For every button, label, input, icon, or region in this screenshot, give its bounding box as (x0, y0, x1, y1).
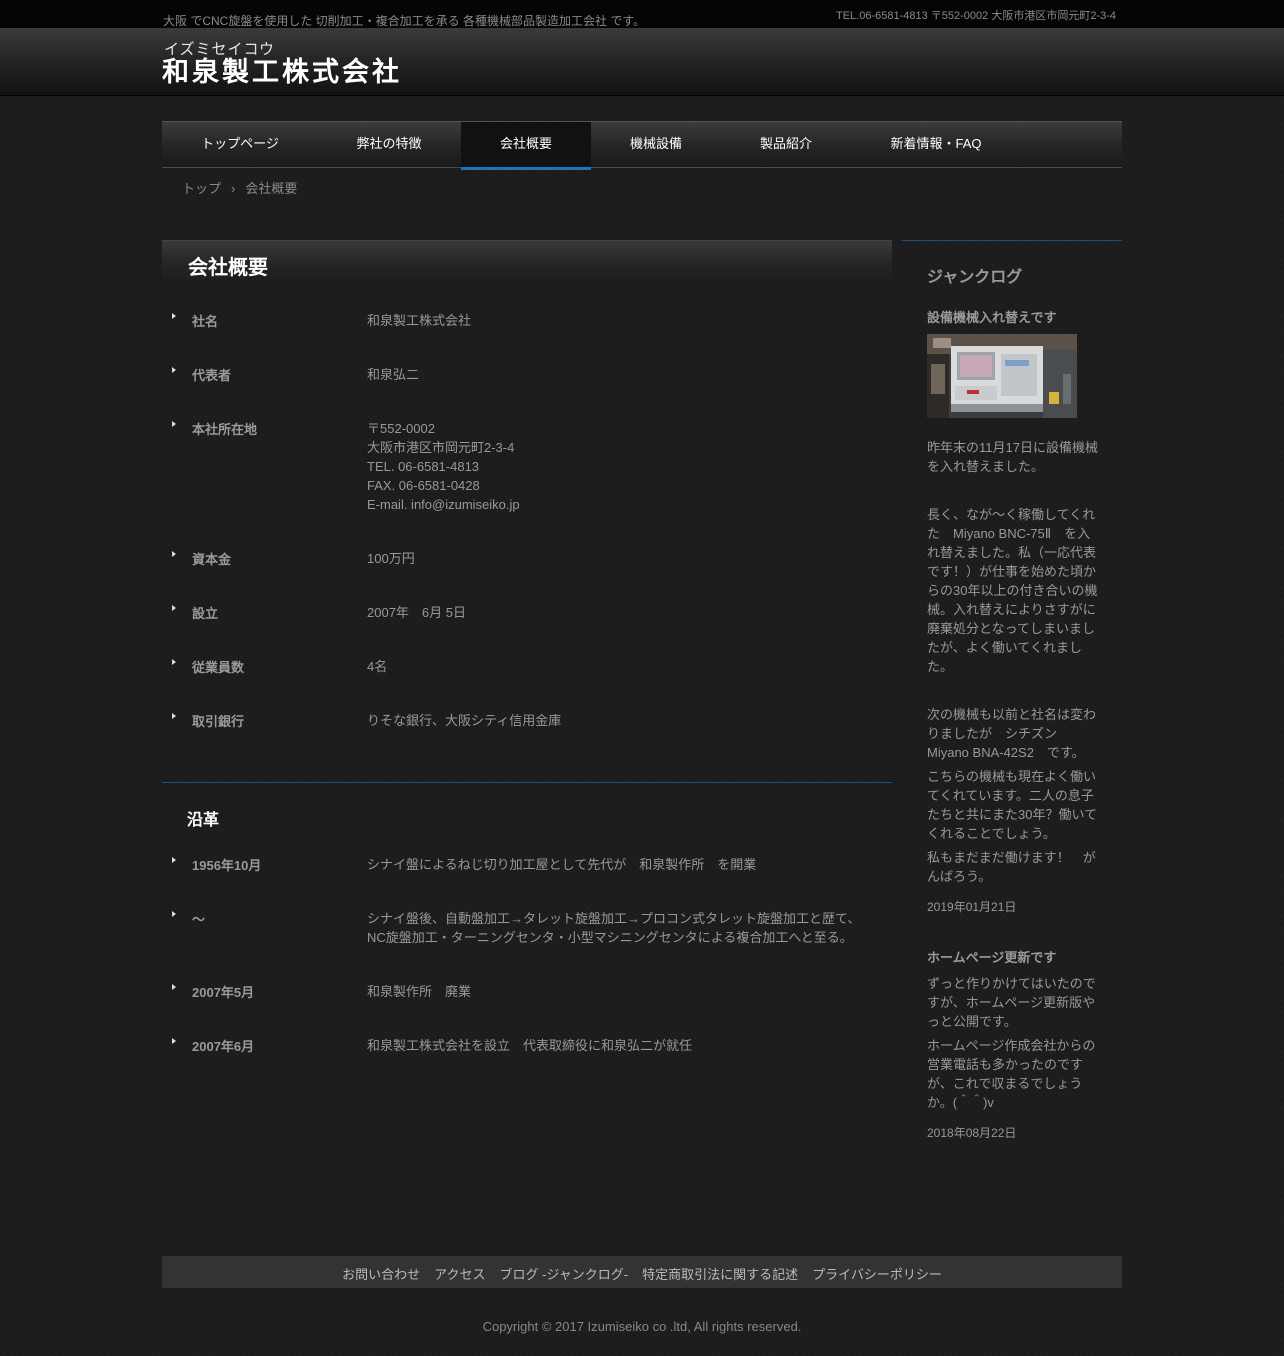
header-contact: TEL.06-6581-4813 〒552-0002 大阪市港区市岡元町2-3-… (835, 10, 1116, 22)
sidebar-heading: ジャンクログ (927, 269, 1023, 286)
history-date: 2007年5月 (192, 985, 255, 1000)
nav-equipment[interactable]: 機械設備 (591, 122, 721, 167)
bullet-arrow-icon (172, 713, 176, 719)
post-body: 長く、なが～く稼働してくれた Miyano BNC-75Ⅱ を入れ替えました。私… (927, 507, 1098, 674)
profile-address: 〒552-0002 大阪市港区市岡元町2-3-4 TEL. 06-6581-48… (367, 421, 520, 514)
bullet-arrow-icon (172, 1038, 176, 1044)
post-body: こちらの機械も現在よく働いてくれています。二人の息子たちと共にまた30年？働いて… (927, 769, 1098, 841)
footer-link-commerce-law[interactable]: 特定商取引法に関する記述 (642, 1267, 798, 1282)
bullet-arrow-icon (172, 605, 176, 611)
profile-value: 4名 (367, 659, 388, 674)
post-date: 2019年01月21日 (927, 900, 1017, 914)
history-title: 沿革 (187, 812, 220, 829)
bullet-arrow-icon (172, 313, 176, 319)
machine-photo (927, 334, 1077, 418)
nav-features[interactable]: 弊社の特徴 (318, 122, 460, 167)
page-title-bar: 会社概要 (162, 240, 892, 285)
history-date: ～ (192, 912, 206, 927)
nav-products[interactable]: 製品紹介 (721, 122, 851, 167)
post-body: 私もまだまだ働けます！ がんばろう。 (927, 850, 1096, 884)
bullet-arrow-icon (172, 367, 176, 373)
post-date: 2018年08月22日 (927, 1126, 1017, 1140)
profile-value: りそな銀行、大阪シティ信用金庫 (367, 713, 562, 728)
bullet-arrow-icon (172, 551, 176, 557)
history-date: 2007年6月 (192, 1039, 255, 1054)
bullet-arrow-icon (172, 911, 176, 917)
profile-label: 社名 (192, 314, 219, 329)
bullet-arrow-icon (172, 857, 176, 863)
profile-label: 本社所在地 (192, 422, 258, 437)
sidebar-divider (902, 240, 1122, 241)
history-text: シナイ盤によるねじ切り加工屋として先代が 和泉製作所 を開業 (367, 857, 757, 872)
profile-label: 設立 (192, 606, 219, 621)
post-title-link[interactable]: 設備機械入れ替えです (927, 307, 1057, 326)
nav-top[interactable]: トップページ (162, 122, 318, 167)
email-link[interactable]: E-mail. info@izumiseiko.jp (367, 495, 520, 514)
post-body: ずっと作りかけてはいたのですが、ホームページ更新版やっと公開です。 (927, 976, 1096, 1029)
profile-value: 和泉製工株式会社 (367, 313, 472, 328)
breadcrumb-current: 会社概要 (245, 181, 298, 196)
bullet-arrow-icon (172, 659, 176, 665)
footer-link-privacy[interactable]: プライバシーポリシー (812, 1267, 942, 1282)
breadcrumb: トップ › 会社概要 (182, 178, 297, 197)
main-nav: トップページ 弊社の特徴 会社概要 機械設備 製品紹介 新着情報・FAQ (162, 121, 1122, 170)
profile-value: 和泉弘二 (367, 367, 420, 382)
footer-nav: お問い合わせ アクセス ブログ -ジャンクログ- 特定商取引法に関する記述 プライバシー… (162, 1256, 1122, 1288)
profile-value: 2007年 6月 5日 (367, 605, 466, 620)
history-text: 和泉製工株式会社を設立 代表取締役に和泉弘二が就任 (367, 1038, 693, 1053)
nav-news-faq[interactable]: 新着情報・FAQ (851, 122, 1021, 167)
history-text: シナイ盤後、自動盤加工→タレット旋盤加工→プロコン式タレット旋盤加工と歴て、 N… (367, 911, 861, 945)
footer-link-access[interactable]: アクセス (434, 1267, 485, 1282)
breadcrumb-separator: › (231, 181, 236, 196)
bullet-arrow-icon (172, 421, 176, 427)
footer-links: お問い合わせ アクセス ブログ -ジャンクログ- 特定商取引法に関する記述 プライバシー… (162, 1264, 1122, 1283)
profile-label: 資本金 (192, 552, 232, 567)
nav-company[interactable]: 会社概要 (461, 122, 591, 170)
post-thumbnail[interactable] (927, 334, 1077, 418)
footer-link-blog[interactable]: ブログ -ジャンクログ- (499, 1267, 628, 1282)
site-logo[interactable]: 和泉製工株式会社 (162, 50, 402, 89)
copyright: Copyright © 2017 Izumiseiko co .ltd, All… (482, 1319, 802, 1334)
site-tagline: 大阪 でCNC旋盤を使用した 切削加工・複合加工を承る 各種機械部品製造加工会社… (163, 14, 646, 28)
profile-label: 従業員数 (192, 660, 245, 675)
bullet-arrow-icon (172, 984, 176, 990)
history-text: 和泉製作所 廃業 (367, 984, 472, 999)
profile-label: 代表者 (192, 368, 232, 383)
profile-label: 取引銀行 (192, 714, 245, 729)
post-body: 昨年末の11月17日に設備機械を入れ替えました。 (927, 440, 1098, 474)
profile-value: 100万円 (367, 551, 415, 566)
breadcrumb-home[interactable]: トップ (182, 181, 221, 196)
post-body: ホームページ作成会社からの営業電話も多かったのですが、これで収まるでしょうか。(… (927, 1038, 1096, 1110)
post-title-link[interactable]: ホームページ更新です (927, 947, 1056, 966)
footer-link-contact[interactable]: お問い合わせ (342, 1267, 420, 1282)
page-title: 会社概要 (188, 257, 268, 279)
history-date: 1956年10月 (192, 858, 262, 873)
section-divider (162, 782, 892, 783)
post-body: 次の機械も以前と社名は変わりましたが シチズン Miyano BNA-42S2 … (927, 707, 1097, 760)
